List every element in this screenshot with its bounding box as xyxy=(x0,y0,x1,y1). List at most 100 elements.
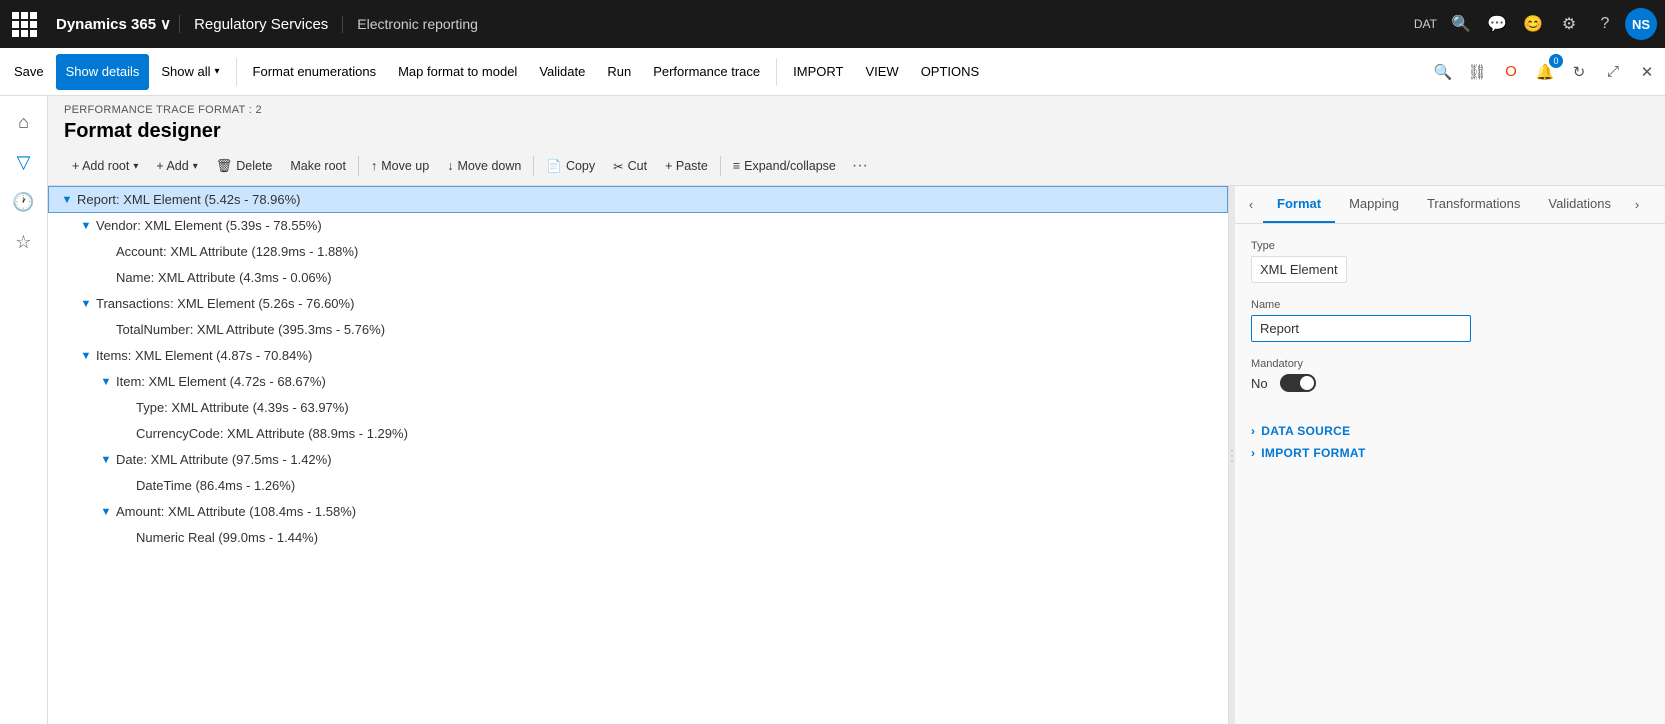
make-root-button[interactable]: Make root xyxy=(282,151,354,181)
tree-row[interactable]: ▼Report: XML Element (5.42s - 78.96%) xyxy=(48,186,1228,213)
tab-transformations[interactable]: Transformations xyxy=(1413,186,1534,223)
row-text: Items: XML Element (4.87s - 70.84%) xyxy=(96,348,1228,363)
tree-row[interactable]: Account: XML Attribute (128.9ms - 1.88%) xyxy=(48,239,1228,265)
show-all-button[interactable]: Show all ▾ xyxy=(151,54,229,90)
ribbon: Save Show details Show all ▾ Format enum… xyxy=(0,48,1665,96)
waffle-menu[interactable] xyxy=(8,8,40,40)
top-bar: Dynamics 365 ∨ Regulatory Services Elect… xyxy=(0,0,1665,48)
expand-icon[interactable]: ▼ xyxy=(76,350,96,362)
nav-bookmark-icon[interactable]: ☆ xyxy=(6,224,42,260)
map-format-to-model-button[interactable]: Map format to model xyxy=(388,54,527,90)
search-ribbon-icon[interactable]: 🔍 xyxy=(1429,58,1457,86)
settings-icon[interactable]: ⚙ xyxy=(1553,8,1585,40)
mandatory-toggle[interactable] xyxy=(1280,374,1316,392)
run-button[interactable]: Run xyxy=(597,54,641,90)
validate-button[interactable]: Validate xyxy=(529,54,595,90)
tree-row[interactable]: ▼Vendor: XML Element (5.39s - 78.55%) xyxy=(48,213,1228,239)
expand-collapse-button[interactable]: ≡ Expand/collapse xyxy=(725,151,844,181)
link-icon[interactable]: ⛓ xyxy=(1463,58,1491,86)
notification-icon[interactable]: 🔔 0 xyxy=(1531,58,1559,86)
performance-trace-button[interactable]: Performance trace xyxy=(643,54,770,90)
service-label: Regulatory Services xyxy=(180,16,343,33)
tab-right-arrow[interactable]: › xyxy=(1625,187,1649,223)
move-up-button[interactable]: ↑ Move up xyxy=(363,151,437,181)
tree-row[interactable]: ▼Items: XML Element (4.87s - 70.84%) xyxy=(48,343,1228,369)
import-format-section[interactable]: › IMPORT FORMAT xyxy=(1251,446,1649,460)
expand-icon[interactable]: ▼ xyxy=(76,298,96,310)
nav-filter-icon[interactable]: ▽ xyxy=(6,144,42,180)
save-button[interactable]: Save xyxy=(4,54,54,90)
office-icon[interactable]: O xyxy=(1497,58,1525,86)
move-down-button[interactable]: ↓ Move down xyxy=(439,151,529,181)
tree-row[interactable]: ▼Date: XML Attribute (97.5ms - 1.42%) xyxy=(48,447,1228,473)
content-area: PERFORMANCE TRACE FORMAT : 2 Format desi… xyxy=(48,96,1665,724)
expand-icon[interactable]: ▼ xyxy=(96,454,116,466)
add-chevron: ▾ xyxy=(193,161,198,172)
tree-row[interactable]: ▼Amount: XML Attribute (108.4ms - 1.58%) xyxy=(48,499,1228,525)
more-button[interactable]: ··· xyxy=(846,153,874,179)
ribbon-sep-2 xyxy=(776,58,777,86)
expand-collapse-label: Expand/collapse xyxy=(744,159,836,173)
expand-icon[interactable]: ▼ xyxy=(96,376,116,388)
expand-icon[interactable]: ▼ xyxy=(76,220,96,232)
tree-row[interactable]: Name: XML Attribute (4.3ms - 0.06%) xyxy=(48,265,1228,291)
tree-row[interactable]: DateTime (86.4ms - 1.26%) xyxy=(48,473,1228,499)
user-icon[interactable]: 😊 xyxy=(1517,8,1549,40)
add-button[interactable]: + Add ▾ xyxy=(148,151,205,181)
row-text: CurrencyCode: XML Attribute (88.9ms - 1.… xyxy=(136,426,1228,441)
data-source-section[interactable]: › DATA SOURCE xyxy=(1251,424,1649,438)
nav-recent-icon[interactable]: 🕐 xyxy=(6,184,42,220)
breadcrumb: PERFORMANCE TRACE FORMAT : 2 xyxy=(64,104,1649,116)
import-button[interactable]: IMPORT xyxy=(783,54,853,90)
close-icon[interactable]: ✕ xyxy=(1633,58,1661,86)
expand-icon[interactable]: ▼ xyxy=(96,506,116,518)
name-input[interactable] xyxy=(1251,315,1471,342)
tree-row[interactable]: Type: XML Attribute (4.39s - 63.97%) xyxy=(48,395,1228,421)
add-root-button[interactable]: + Add root ▾ xyxy=(64,151,146,181)
type-field: Type XML Element xyxy=(1251,240,1649,283)
avatar[interactable]: NS xyxy=(1625,8,1657,40)
make-root-label: Make root xyxy=(290,159,346,173)
options-button[interactable]: OPTIONS xyxy=(911,54,990,90)
resize-handle[interactable]: ⋮ xyxy=(1229,186,1235,724)
page-title: Format designer xyxy=(64,120,1649,143)
copy-button[interactable]: 📄 Copy xyxy=(538,151,603,181)
tab-validations[interactable]: Validations xyxy=(1534,186,1625,223)
chat-icon[interactable]: 💬 xyxy=(1481,8,1513,40)
paste-button[interactable]: + Paste xyxy=(657,151,716,181)
sp-content: Type XML Element Name Mandatory No xyxy=(1235,224,1665,724)
tab-format[interactable]: Format xyxy=(1263,186,1335,223)
left-nav: ⌂ ▽ 🕐 ☆ xyxy=(0,96,48,724)
tree-row[interactable]: ▼Transactions: XML Element (5.26s - 76.6… xyxy=(48,291,1228,317)
tree-row[interactable]: Numeric Real (99.0ms - 1.44%) xyxy=(48,525,1228,551)
fullscreen-icon[interactable]: ⤢ xyxy=(1599,58,1627,86)
brand-dynamics[interactable]: Dynamics 365 ∨ xyxy=(48,15,180,33)
side-panel: ‹ Format Mapping Transformations Validat… xyxy=(1235,186,1665,724)
view-button[interactable]: VIEW xyxy=(855,54,908,90)
expand-icon[interactable]: ▼ xyxy=(57,194,77,206)
help-icon[interactable]: ? xyxy=(1589,8,1621,40)
cut-icon: ✂ xyxy=(613,159,623,174)
format-enumerations-button[interactable]: Format enumerations xyxy=(243,54,387,90)
mandatory-label: Mandatory xyxy=(1251,358,1649,370)
brand-label: Dynamics 365 xyxy=(56,16,156,33)
type-value: XML Element xyxy=(1251,256,1347,283)
row-text: TotalNumber: XML Attribute (395.3ms - 5.… xyxy=(116,322,1228,337)
side-panel-tabs: ‹ Format Mapping Transformations Validat… xyxy=(1235,186,1665,224)
tree-row[interactable]: TotalNumber: XML Attribute (395.3ms - 5.… xyxy=(48,317,1228,343)
tab-left-arrow[interactable]: ‹ xyxy=(1239,187,1263,223)
top-bar-right: DAT 🔍 💬 😊 ⚙ ? NS xyxy=(1414,8,1657,40)
tab-mapping[interactable]: Mapping xyxy=(1335,186,1413,223)
row-text: Type: XML Attribute (4.39s - 63.97%) xyxy=(136,400,1228,415)
tree-row[interactable]: CurrencyCode: XML Attribute (88.9ms - 1.… xyxy=(48,421,1228,447)
nav-home-icon[interactable]: ⌂ xyxy=(6,104,42,140)
move-down-label: Move down xyxy=(457,159,521,173)
delete-button[interactable]: 🗑 Delete xyxy=(208,151,281,181)
search-icon[interactable]: 🔍 xyxy=(1445,8,1477,40)
refresh-icon[interactable]: ↻ xyxy=(1565,58,1593,86)
tree-row[interactable]: ▼Item: XML Element (4.72s - 68.67%) xyxy=(48,369,1228,395)
cut-button[interactable]: ✂ Cut xyxy=(605,151,655,181)
module-label: Electronic reporting xyxy=(343,16,1414,32)
dat-badge: DAT xyxy=(1414,17,1437,31)
show-details-button[interactable]: Show details xyxy=(56,54,150,90)
